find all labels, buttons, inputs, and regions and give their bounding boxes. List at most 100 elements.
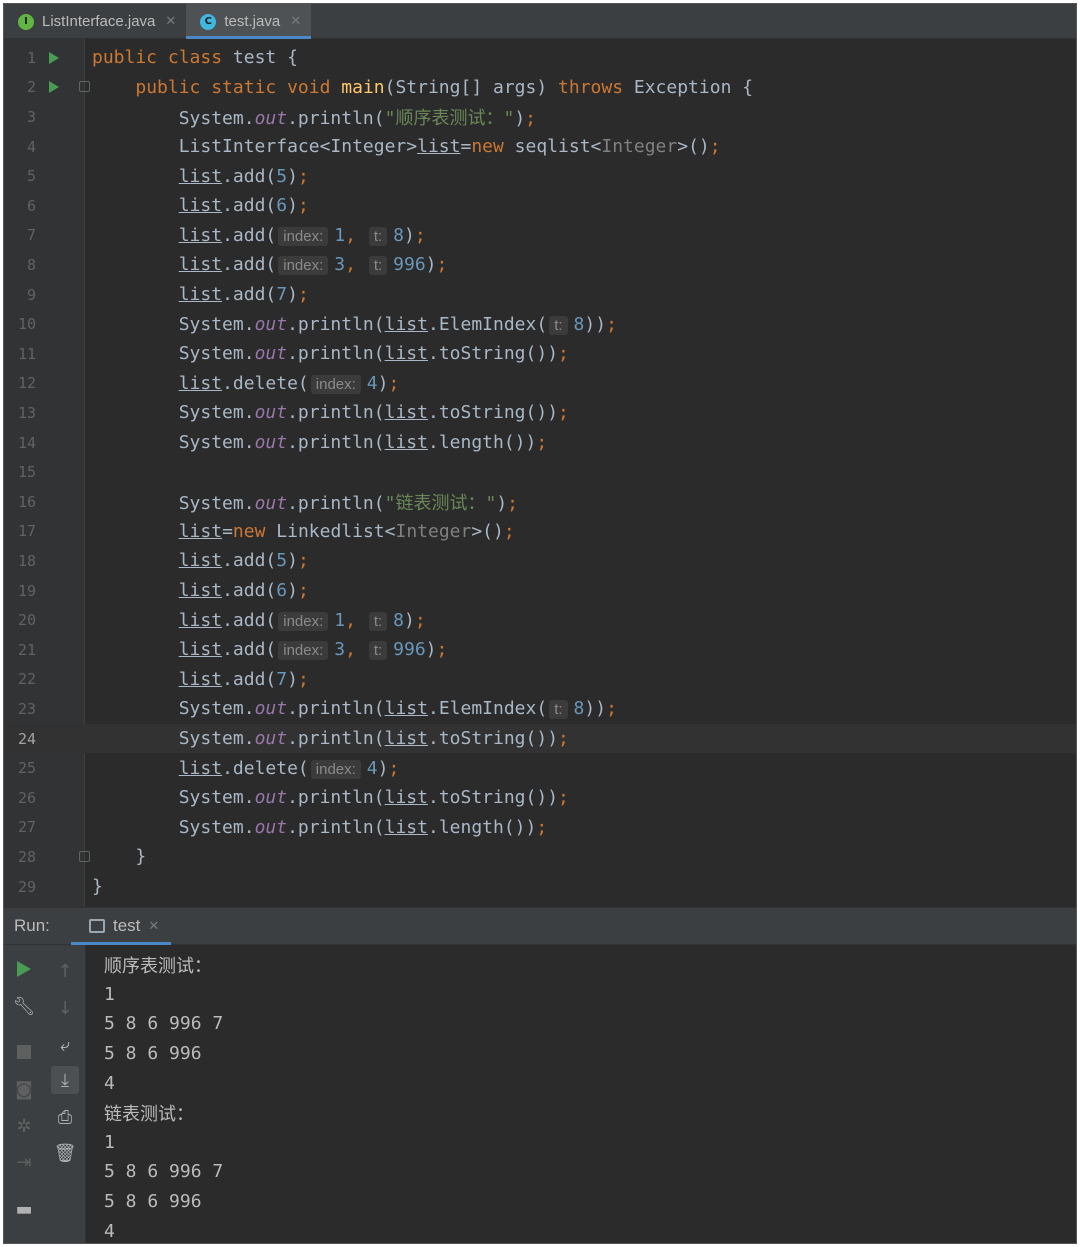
code-line[interactable]: 10 System.out.println(list.ElemIndex(t: 8… bbox=[4, 309, 1076, 339]
line-number[interactable]: 1 bbox=[4, 49, 36, 67]
line-number[interactable]: 9 bbox=[4, 286, 36, 304]
line-number[interactable]: 10 bbox=[4, 315, 36, 333]
code-text[interactable]: System.out.println(list.length()); bbox=[92, 432, 548, 453]
code-line[interactable]: 6 list.add(6); bbox=[4, 191, 1076, 221]
code-text[interactable]: list.add(index: 3, t: 996); bbox=[92, 254, 447, 276]
code-line[interactable]: 17 list=new Linkedlist<Integer>(); bbox=[4, 517, 1076, 547]
code-line[interactable]: 22 list.add(7); bbox=[4, 665, 1076, 695]
code-line[interactable]: 3 System.out.println("顺序表测试："); bbox=[4, 102, 1076, 132]
code-line[interactable]: 1 public class test { bbox=[4, 43, 1076, 73]
code-line[interactable]: 27 System.out.println(list.length()); bbox=[4, 813, 1076, 843]
run-tab-test[interactable]: test ✕ bbox=[71, 907, 172, 945]
code-text[interactable]: list.add(5); bbox=[92, 166, 309, 187]
code-text[interactable]: list.delete(index: 4); bbox=[92, 758, 399, 779]
code-text[interactable]: System.out.println(list.ElemIndex(t: 8)); bbox=[92, 698, 617, 720]
print-icon[interactable]: ⎙ bbox=[51, 1103, 79, 1131]
line-number[interactable]: 16 bbox=[4, 493, 36, 511]
code-line[interactable]: 12 list.delete(index: 4); bbox=[4, 369, 1076, 399]
login-icon[interactable]: ⇥ bbox=[10, 1148, 38, 1176]
line-number[interactable]: 13 bbox=[4, 404, 36, 422]
code-text[interactable]: } bbox=[92, 846, 146, 867]
line-number[interactable]: 24 bbox=[4, 730, 36, 748]
code-text[interactable]: public class test { bbox=[92, 47, 298, 68]
code-line[interactable]: 28 } bbox=[4, 842, 1076, 872]
line-number[interactable]: 23 bbox=[4, 700, 36, 718]
line-number[interactable]: 6 bbox=[4, 197, 36, 215]
line-number[interactable]: 18 bbox=[4, 552, 36, 570]
line-number[interactable]: 2 bbox=[4, 78, 36, 96]
layout-icon[interactable]: ▬ bbox=[10, 1195, 38, 1223]
line-number[interactable]: 26 bbox=[4, 789, 36, 807]
code-line[interactable]: 5 list.add(5); bbox=[4, 161, 1076, 191]
code-line[interactable]: 24 System.out.println(list.toString()); bbox=[4, 723, 1076, 754]
code-text[interactable]: list.add(7); bbox=[92, 669, 309, 690]
line-number[interactable]: 27 bbox=[4, 818, 36, 836]
code-line[interactable]: 7 list.add(index: 1, t: 8); bbox=[4, 221, 1076, 251]
code-text[interactable]: System.out.println(list.ElemIndex(t: 8)); bbox=[92, 314, 617, 335]
fold-icon[interactable] bbox=[79, 851, 90, 862]
code-line[interactable]: 21 list.add(index: 3, t: 996); bbox=[4, 635, 1076, 665]
play-icon[interactable] bbox=[10, 955, 38, 983]
code-line[interactable]: 18 list.add(5); bbox=[4, 546, 1076, 576]
line-number[interactable]: 21 bbox=[4, 641, 36, 659]
code-line[interactable]: 14 System.out.println(list.length()); bbox=[4, 428, 1076, 458]
code-line[interactable]: 9 list.add(7); bbox=[4, 280, 1076, 310]
code-line[interactable]: 26 System.out.println(list.toString()); bbox=[4, 783, 1076, 813]
code-line[interactable]: 25 list.delete(index: 4); bbox=[4, 753, 1076, 783]
code-editor[interactable]: 1 public class test { 2 public static void… bbox=[4, 39, 1076, 907]
close-icon[interactable]: ✕ bbox=[290, 14, 301, 29]
line-number[interactable]: 28 bbox=[4, 848, 36, 866]
code-line[interactable]: 13 System.out.println(list.toString()); bbox=[4, 398, 1076, 428]
code-line[interactable]: 2 public static void main(String[] args)… bbox=[4, 73, 1076, 103]
line-number[interactable]: 3 bbox=[4, 108, 36, 126]
code-line[interactable]: 29} bbox=[4, 872, 1076, 902]
code-text[interactable]: System.out.println(list.toString()); bbox=[92, 728, 569, 749]
code-text[interactable]: list.delete(index: 4); bbox=[92, 373, 399, 394]
code-text[interactable]: list.add(6); bbox=[92, 580, 309, 601]
arrow-up-icon[interactable]: ↑ bbox=[51, 957, 79, 985]
code-text[interactable]: list.add(index: 1, t: 8); bbox=[92, 610, 426, 631]
code-text[interactable]: System.out.println(list.toString()); bbox=[92, 787, 569, 808]
debug-icon[interactable]: ✲ bbox=[10, 1112, 38, 1140]
line-number[interactable]: 4 bbox=[4, 138, 36, 156]
line-number[interactable]: 29 bbox=[4, 878, 36, 896]
code-text[interactable]: System.out.println(list.length()); bbox=[92, 817, 548, 838]
code-text[interactable]: ListInterface<Integer>list=new seqlist<I… bbox=[92, 136, 721, 157]
line-number[interactable]: 17 bbox=[4, 522, 36, 540]
code-text[interactable]: list.add(index: 3, t: 996); bbox=[92, 639, 447, 661]
code-text[interactable]: list.add(5); bbox=[92, 550, 309, 571]
code-line[interactable]: 23 System.out.println(list.ElemIndex(t: 8… bbox=[4, 694, 1076, 724]
code-text[interactable]: list=new Linkedlist<Integer>(); bbox=[92, 521, 515, 542]
close-icon[interactable]: ✕ bbox=[148, 919, 159, 934]
code-text[interactable]: } bbox=[92, 876, 103, 897]
code-text[interactable]: System.out.println("顺序表测试："); bbox=[92, 104, 536, 130]
wrench-icon[interactable]: 🔧︎ bbox=[10, 992, 38, 1020]
line-number[interactable]: 8 bbox=[4, 256, 36, 274]
line-number[interactable]: 20 bbox=[4, 611, 36, 629]
code-text[interactable]: System.out.println("链表测试："); bbox=[92, 489, 518, 515]
line-number[interactable]: 5 bbox=[4, 167, 36, 185]
camera-icon[interactable]: ◙ bbox=[10, 1075, 38, 1103]
code-line[interactable]: 19 list.add(6); bbox=[4, 576, 1076, 606]
tab-listinterface[interactable]: I ListInterface.java ✕ bbox=[4, 4, 186, 39]
run-gutter-icon[interactable] bbox=[49, 81, 59, 94]
code-line[interactable]: 8 list.add(index: 3, t: 996); bbox=[4, 250, 1076, 280]
soft-wrap-icon[interactable]: ⤶ bbox=[51, 1031, 79, 1059]
line-number[interactable]: 19 bbox=[4, 582, 36, 600]
line-number[interactable]: 11 bbox=[4, 345, 36, 363]
stop-icon[interactable] bbox=[10, 1038, 38, 1066]
line-number[interactable]: 15 bbox=[4, 463, 36, 481]
code-line[interactable]: 4 ListInterface<Integer>list=new seqlist… bbox=[4, 132, 1076, 162]
trash-icon[interactable]: 🗑︎ bbox=[51, 1139, 79, 1167]
run-gutter-icon[interactable] bbox=[49, 51, 59, 64]
code-line[interactable]: 11 System.out.println(list.toString()); bbox=[4, 339, 1076, 369]
line-number[interactable]: 12 bbox=[4, 374, 36, 392]
code-text[interactable]: System.out.println(list.toString()); bbox=[92, 402, 569, 423]
code-line[interactable]: 15 bbox=[4, 457, 1076, 487]
code-text[interactable]: System.out.println(list.toString()); bbox=[92, 343, 569, 364]
fold-icon[interactable] bbox=[79, 81, 90, 93]
line-number[interactable]: 25 bbox=[4, 759, 36, 777]
code-line[interactable]: 16 System.out.println("链表测试："); bbox=[4, 487, 1076, 517]
line-number[interactable]: 7 bbox=[4, 226, 36, 244]
line-number[interactable]: 14 bbox=[4, 434, 36, 452]
